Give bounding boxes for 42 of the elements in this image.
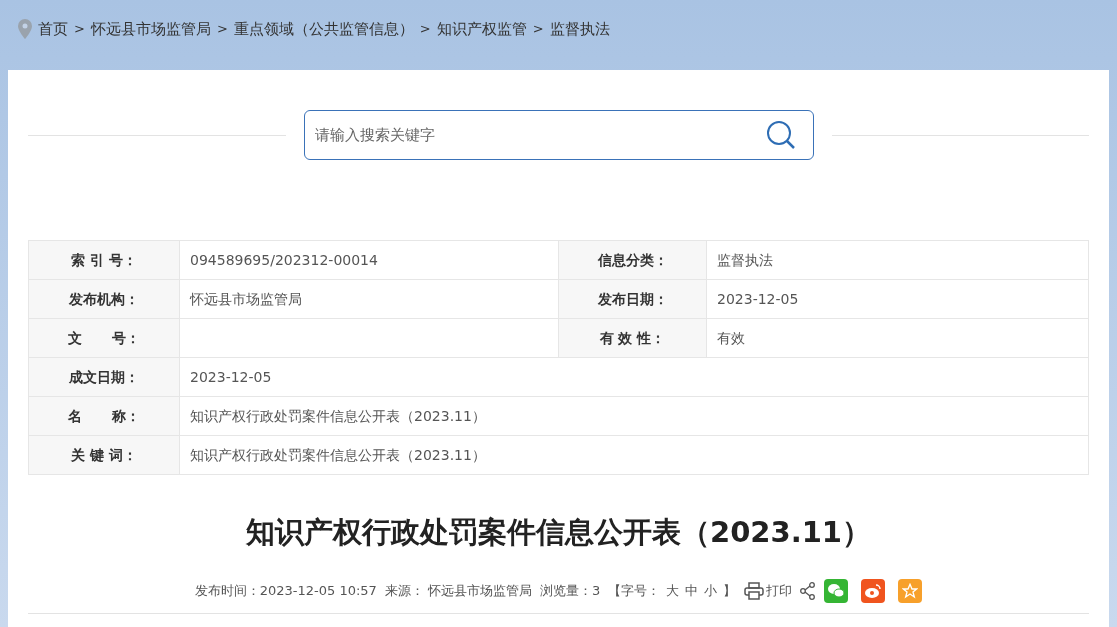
article-title: 知识产权行政处罚案件信息公开表（2023.11） — [244, 514, 873, 551]
breadcrumb-link[interactable]: 首页 — [38, 17, 68, 41]
eye-logo-icon[interactable] — [861, 578, 886, 603]
search-icon[interactable] — [765, 120, 796, 150]
field-label: 发布机构： — [28, 279, 180, 319]
share-icon[interactable] — [800, 581, 817, 600]
field-value: 知识产权行政处罚案件信息公开表（2023.11） — [179, 435, 1089, 475]
field-label: 发布日期： — [558, 279, 707, 319]
breadcrumb-separator: > — [532, 20, 544, 39]
breadcrumb-link[interactable]: 怀远县市场监管局 — [90, 17, 211, 41]
article-meta: 来源： 怀远县市场监管局 — [384, 581, 532, 600]
font-size-label: 【字号： — [608, 581, 661, 600]
field-value: 知识产权行政处罚案件信息公开表（2023.11） — [179, 396, 1089, 436]
field-label: 成文日期： — [28, 357, 180, 397]
breadcrumb-link[interactable]: 重点领域（公共监管信息） — [233, 17, 414, 41]
field-value: 有效 — [706, 318, 1089, 358]
field-label: 信息分类： — [558, 240, 707, 280]
location-pin-icon — [18, 19, 32, 39]
field-value: 2023-12-05 — [706, 279, 1089, 319]
field-value: 094589695/202312-00014 — [179, 240, 559, 280]
print-button[interactable]: 打印 — [744, 580, 793, 601]
breadcrumb-separator: > — [216, 20, 228, 39]
article-meta: 发布时间：2023-12-05 10:57 — [194, 581, 377, 600]
field-value: 怀远县市场监管局 — [179, 279, 559, 319]
field-value: 2023-12-05 — [179, 357, 1089, 397]
bracket-text: 】 — [723, 581, 737, 600]
font-size-link[interactable]: 小 — [704, 580, 718, 601]
font-size-link[interactable]: 中 — [685, 580, 699, 601]
chat-bubbles-icon[interactable] — [824, 578, 849, 603]
field-value: 监督执法 — [706, 240, 1089, 280]
field-label: 索 引 号： — [28, 240, 180, 280]
field-label: 关 键 词： — [28, 435, 180, 475]
breadcrumb-separator: > — [419, 20, 431, 39]
breadcrumb-link[interactable]: 知识产权监管 — [436, 17, 527, 41]
field-label: 名 称： — [28, 396, 180, 436]
breadcrumb-link[interactable]: 监督执法 — [549, 17, 610, 41]
field-label: 文 号： — [28, 318, 180, 358]
font-size-link[interactable]: 大 — [666, 580, 680, 601]
search-field[interactable]: 请输入搜索关键字 — [303, 110, 814, 160]
breadcrumb-separator: > — [74, 20, 85, 39]
field-label: 有 效 性： — [558, 318, 707, 358]
article-meta: 浏览量：3 — [540, 581, 601, 600]
